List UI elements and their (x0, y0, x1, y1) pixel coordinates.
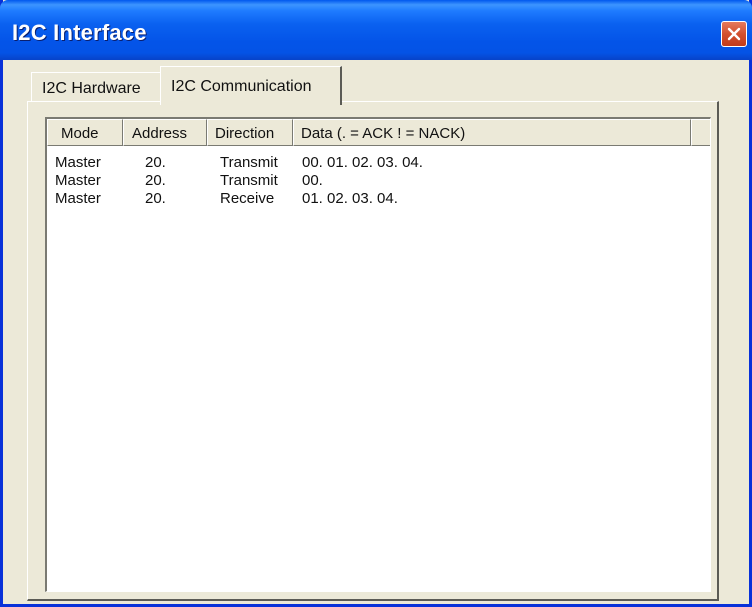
cell-direction: Transmit (220, 154, 278, 171)
column-header-direction[interactable]: Direction (207, 119, 293, 146)
close-button[interactable] (721, 21, 747, 47)
tab-i2c-hardware[interactable]: I2C Hardware (31, 72, 162, 102)
close-icon (727, 27, 741, 41)
table-row[interactable]: Master 20. Transmit 00. 01. 02. 03. 04. (47, 154, 687, 172)
column-header-data[interactable]: Data (. = ACK ! = NACK) (293, 119, 691, 146)
list-header: Mode Address Direction Data (. = ACK ! =… (47, 119, 710, 146)
tab-label: I2C Hardware (42, 80, 141, 97)
cell-mode: Master (55, 172, 101, 189)
table-row[interactable]: Master 20. Receive 01. 02. 03. 04. (47, 190, 687, 208)
cell-direction: Receive (220, 190, 275, 207)
tab-i2c-communication[interactable]: I2C Communication (160, 66, 342, 105)
column-header-mode[interactable]: Mode (47, 119, 123, 146)
title-bar[interactable]: I2C Interface (0, 0, 752, 60)
table-row[interactable]: Master 20. Transmit 00. (47, 172, 687, 190)
cell-data: 00. (302, 172, 323, 189)
window-title: I2C Interface (12, 20, 147, 45)
cell-address: 20. (145, 190, 166, 207)
tab-label: I2C Communication (171, 78, 312, 95)
cell-data: 01. 02. 03. 04. (302, 190, 398, 207)
cell-direction: Transmit (220, 172, 278, 189)
column-header-filler (691, 119, 710, 146)
cell-data: 00. 01. 02. 03. 04. (302, 154, 423, 171)
cell-address: 20. (145, 154, 166, 171)
cell-address: 20. (145, 172, 166, 189)
cell-mode: Master (55, 154, 101, 171)
column-header-address[interactable]: Address (123, 119, 207, 146)
communication-log-list[interactable]: Mode Address Direction Data (. = ACK ! =… (45, 117, 711, 592)
cell-mode: Master (55, 190, 101, 207)
